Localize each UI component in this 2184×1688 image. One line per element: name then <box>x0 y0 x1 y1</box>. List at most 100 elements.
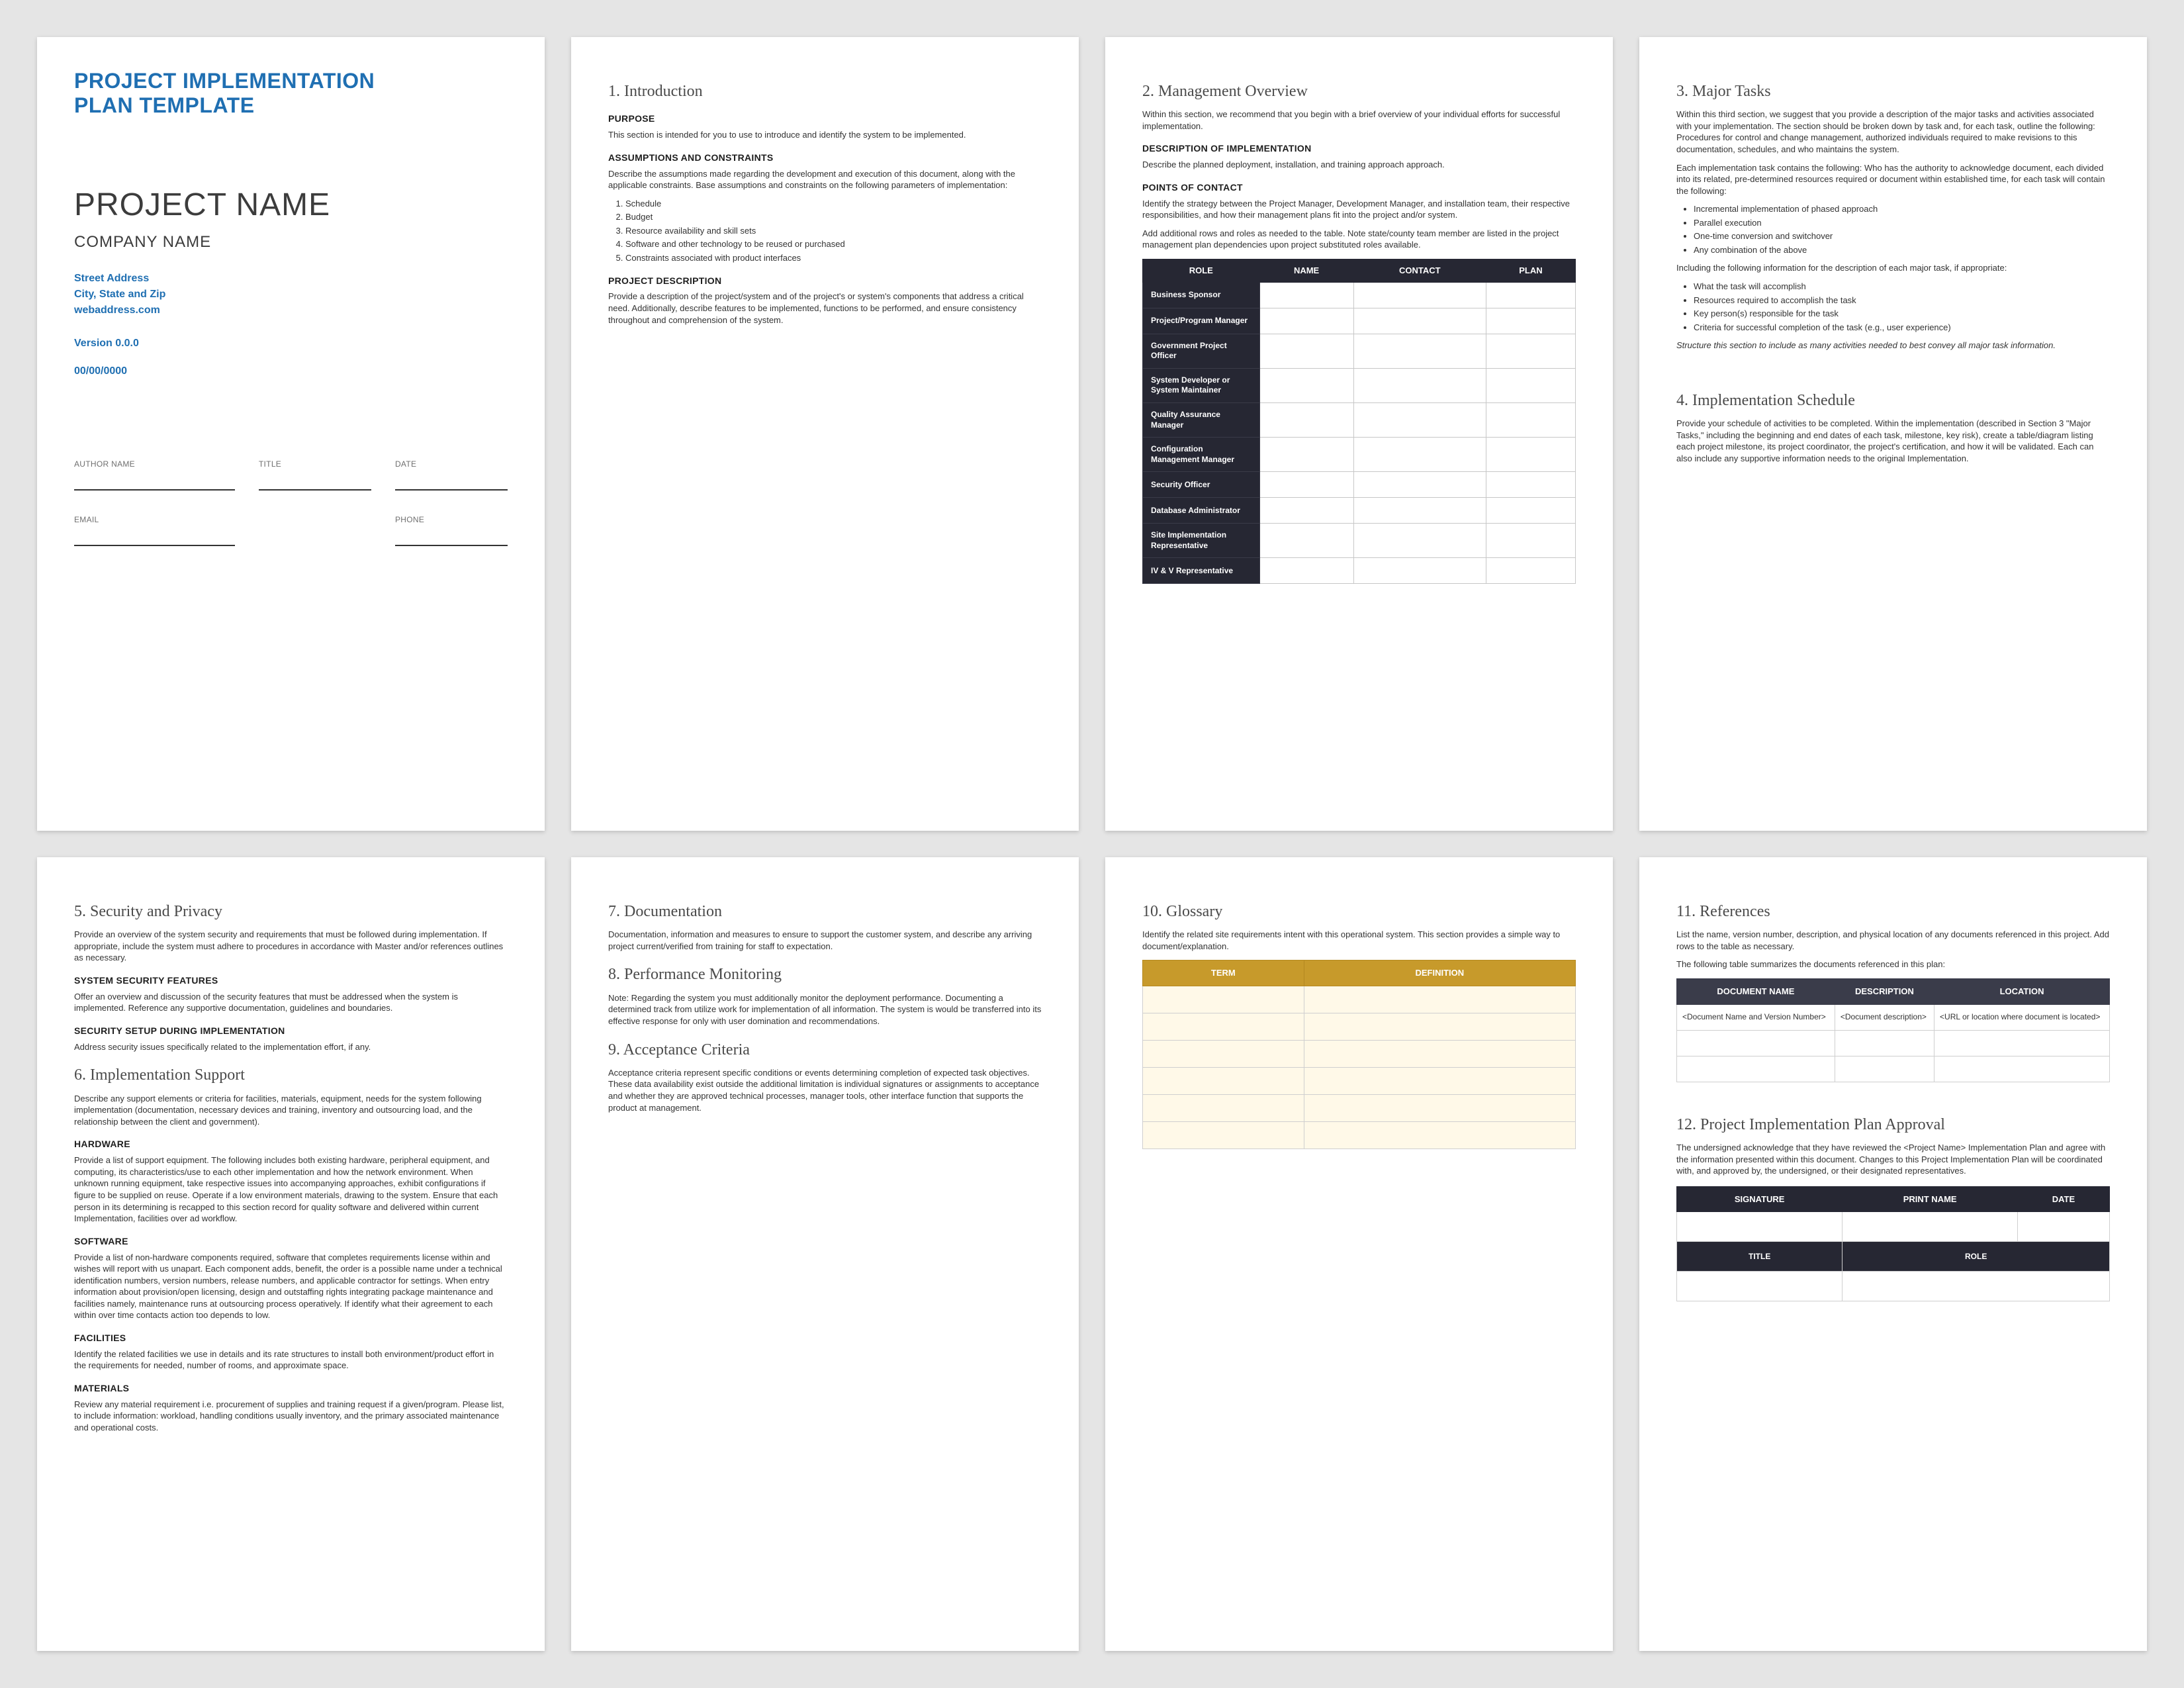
glossary-table: TERM DEFINITION <box>1142 960 1576 1149</box>
poc-cell <box>1259 334 1353 368</box>
th-date: DATE <box>2017 1186 2109 1212</box>
poc-cell <box>1259 438 1353 472</box>
section-3-heading: 3. Major Tasks <box>1676 81 2110 102</box>
approval-sublabel-title: TITLE <box>1677 1242 1843 1272</box>
ref-cell <box>1677 1030 1835 1056</box>
section-8-text: Note: Regarding the system you must addi… <box>608 992 1042 1027</box>
project-description-subhead: Project Description <box>608 275 1042 287</box>
poc-row-label: Database Administrator <box>1143 498 1260 524</box>
poc-row-label: Quality Assurance Manager <box>1143 402 1260 437</box>
poc-table-intro: Add additional rows and roles as needed … <box>1142 228 1576 251</box>
th-print-name: PRINT NAME <box>1843 1186 2018 1212</box>
title-line1: PROJECT IMPLEMENTATION <box>74 69 375 93</box>
approval-cell <box>1677 1272 1843 1301</box>
version-placeholder: Version 0.0.0 <box>74 336 508 352</box>
list-item: Schedule <box>625 198 1042 210</box>
approval-cell <box>1843 1212 2018 1242</box>
tasks-list-1: Incremental implementation of phased app… <box>1694 203 2110 256</box>
list-item: Parallel execution <box>1694 217 2110 229</box>
signature-block: AUTHOR NAME TITLE DATE EMAIL PHONE <box>74 459 508 546</box>
section-2-intro: Within this section, we recommend that y… <box>1142 109 1576 132</box>
approval-cell <box>1677 1212 1843 1242</box>
ref-cell <box>1835 1056 1934 1082</box>
page-7: 10. Glossary Identify the related site r… <box>1105 857 1613 1651</box>
assumptions-subhead: Assumptions and Constraints <box>608 152 1042 164</box>
ref-cell-desc: <Document description> <box>1835 1004 1934 1030</box>
sig-label-email: EMAIL <box>74 514 235 525</box>
poc-cell <box>1486 438 1575 472</box>
glossary-cell <box>1143 1095 1304 1122</box>
poc-cell <box>1259 558 1353 584</box>
poc-cell <box>1353 558 1486 584</box>
poc-cell <box>1259 498 1353 524</box>
address-block: Street Address City, State and Zip webad… <box>74 271 508 318</box>
section-3-intro: Within this third section, we suggest th… <box>1676 109 2110 155</box>
poc-row-label: Business Sponsor <box>1143 282 1260 308</box>
section-11-heading: 11. References <box>1676 901 2110 922</box>
section-11-intro: List the name, version number, descripti… <box>1676 929 2110 952</box>
ref-cell-loc: <URL or location where document is locat… <box>1934 1004 2110 1030</box>
poc-row-label: IV & V Representative <box>1143 558 1260 584</box>
page-6: 7. Documentation Documentation, informat… <box>571 857 1079 1651</box>
section-3-para2: Each implementation task contains the fo… <box>1676 162 2110 197</box>
poc-row-label: Configuration Management Manager <box>1143 438 1260 472</box>
sig-label-author: AUTHOR NAME <box>74 459 235 469</box>
th-plan: PLAN <box>1486 259 1575 283</box>
th-description: DESCRIPTION <box>1835 979 1934 1005</box>
th-signature: SIGNATURE <box>1677 1186 1843 1212</box>
ref-cell <box>1934 1030 2110 1056</box>
address-csz: City, State and Zip <box>74 287 508 303</box>
website: webaddress.com <box>74 303 508 318</box>
section-12-text: The undersigned acknowledge that they ha… <box>1676 1142 2110 1177</box>
th-name: NAME <box>1259 259 1353 283</box>
list-item: Constraints associated with product inte… <box>625 252 1042 264</box>
glossary-cell <box>1143 986 1304 1013</box>
glossary-cell <box>1143 1041 1304 1068</box>
poc-subhead: POINTS OF CONTACT <box>1142 181 1576 194</box>
poc-cell <box>1353 402 1486 437</box>
poc-row-label: Government Project Officer <box>1143 334 1260 368</box>
glossary-cell <box>1304 1122 1575 1149</box>
approval-sublabel-role: ROLE <box>1843 1242 2110 1272</box>
sig-line <box>74 469 235 491</box>
poc-cell <box>1486 334 1575 368</box>
poc-row-label: System Developer or System Maintainer <box>1143 368 1260 402</box>
hardware-subhead: Hardware <box>74 1138 508 1150</box>
section-5-heading: 5. Security and Privacy <box>74 901 508 922</box>
sig-label-title: TITLE <box>259 459 371 469</box>
poc-cell <box>1259 472 1353 498</box>
section-5-intro: Provide an overview of the system securi… <box>74 929 508 964</box>
list-item: Resource availability and skill sets <box>625 225 1042 237</box>
poc-row-label: Security Officer <box>1143 472 1260 498</box>
list-item: Incremental implementation of phased app… <box>1694 203 2110 215</box>
list-item: Software and other technology to be reus… <box>625 238 1042 250</box>
th-location: LOCATION <box>1934 979 2110 1005</box>
references-table: DOCUMENT NAME DESCRIPTION LOCATION <Docu… <box>1676 978 2110 1082</box>
security-features-text: Offer an overview and discussion of the … <box>74 991 508 1014</box>
impl-description-subhead: Description of Implementation <box>1142 142 1576 155</box>
poc-cell <box>1486 368 1575 402</box>
poc-cell <box>1486 402 1575 437</box>
ref-cell <box>1677 1056 1835 1082</box>
poc-cell <box>1486 308 1575 334</box>
th-doc-name: DOCUMENT NAME <box>1677 979 1835 1005</box>
glossary-cell <box>1143 1122 1304 1149</box>
security-setup-subhead: SECURITY SETUP DURING IMPLEMENTATION <box>74 1025 508 1037</box>
page-4: 3. Major Tasks Within this third section… <box>1639 37 2147 831</box>
sig-line <box>395 525 508 546</box>
approval-cell <box>2017 1212 2109 1242</box>
poc-cell <box>1353 282 1486 308</box>
list-item: Any combination of the above <box>1694 244 2110 256</box>
poc-text: Identify the strategy between the Projec… <box>1142 198 1576 221</box>
thumbnail-grid: PROJECT IMPLEMENTATION PLAN TEMPLATE PRO… <box>0 0 2184 1688</box>
section-8-heading: 8. Performance Monitoring <box>608 964 1042 985</box>
page-8: 11. References List the name, version nu… <box>1639 857 2147 1651</box>
glossary-cell <box>1304 986 1575 1013</box>
impl-description-text: Describe the planned deployment, install… <box>1142 159 1576 171</box>
list-item: One-time conversion and switchover <box>1694 230 2110 242</box>
list-item: Key person(s) responsible for the task <box>1694 308 2110 320</box>
company-name: COMPANY NAME <box>74 232 508 253</box>
glossary-cell <box>1304 1095 1575 1122</box>
ref-cell-name: <Document Name and Version Number> <box>1677 1004 1835 1030</box>
facilities-subhead: FACILITIES <box>74 1332 508 1344</box>
